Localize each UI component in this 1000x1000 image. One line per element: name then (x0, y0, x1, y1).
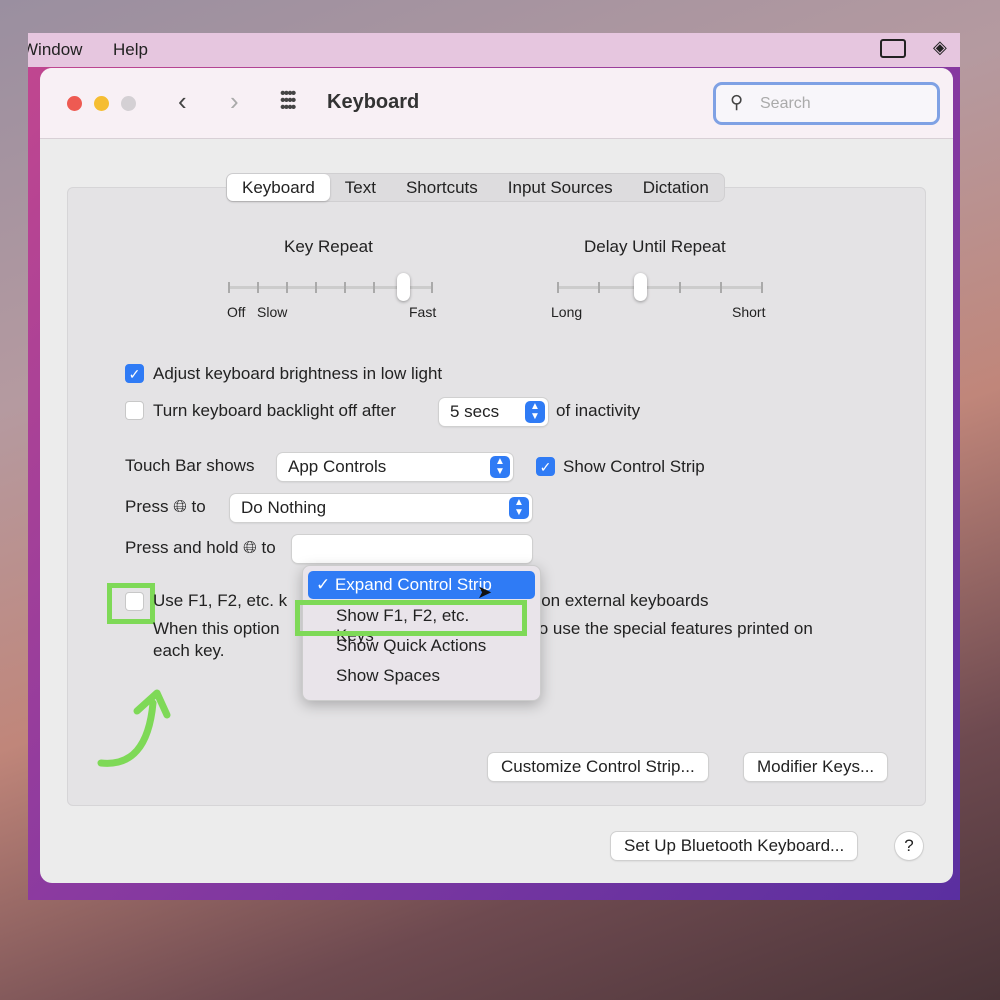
press-hold-globe-label: Press and hold 🌐︎ to (125, 538, 276, 558)
grid-icon[interactable]: •••• •••• •••• (280, 86, 310, 116)
menu-item-label: Expand Control Strip (334, 575, 492, 594)
menu-item-highlight-box (295, 600, 527, 636)
slider-tick (557, 282, 559, 293)
fn-keys-desc-start: When this option (153, 619, 280, 638)
tab-shortcuts[interactable]: Shortcuts (391, 174, 493, 201)
slider-tick (679, 282, 682, 293)
search-icon: ⚲ (730, 92, 744, 112)
backlight-time-value: 5 secs (450, 402, 500, 421)
slider-tick (315, 282, 317, 293)
inactivity-label: of inactivity (556, 401, 641, 420)
tab-keyboard[interactable]: Keyboard (227, 174, 330, 201)
tab-bar: Keyboard Text Shortcuts Input Sources Di… (226, 173, 725, 202)
slider-tick (257, 282, 259, 293)
window-title: Keyboard (327, 91, 420, 113)
slider-tick (344, 282, 346, 293)
key-repeat-label: Key Repeat (284, 237, 373, 256)
press-globe-value: Do Nothing (241, 498, 327, 517)
backlight-off-label: Turn keyboard backlight off after (153, 401, 396, 420)
minimize-button[interactable] (94, 96, 109, 111)
delay-long-label: Long (551, 304, 583, 320)
menu-item-show-spaces[interactable]: Show Spaces (308, 662, 535, 690)
zoom-button[interactable] (121, 96, 136, 111)
touch-bar-value: App Controls (288, 457, 387, 476)
checkmark-icon: ✓ (316, 575, 335, 594)
slider-tick (286, 282, 288, 293)
touch-bar-select[interactable]: App Controls ▲ ▼ (277, 453, 513, 481)
touch-bar-label: Touch Bar shows (125, 456, 255, 475)
delay-short-label: Short (732, 304, 766, 320)
desktop-frame: Window Help ◈ ‹ › •••• •••• •••• Keyboard … (28, 33, 960, 900)
fn-keys-label-start: Use F1, F2, etc. k (153, 591, 288, 610)
mouse-cursor-icon: ➤ (477, 582, 493, 602)
back-icon[interactable]: ‹ (178, 86, 187, 117)
title-bar: ‹ › •••• •••• •••• Keyboard ⚲ Search (40, 68, 953, 139)
forward-icon[interactable]: › (230, 86, 239, 117)
slider-tick (431, 282, 433, 293)
press-globe-label: Press 🌐︎ to (125, 497, 206, 517)
tab-text[interactable]: Text (330, 174, 391, 201)
key-repeat-off-label: Off (227, 304, 246, 320)
slider-tick (597, 282, 600, 293)
bluetooth-keyboard-button[interactable]: Set Up Bluetooth Keyboard... (611, 832, 858, 860)
search-input[interactable]: ⚲ Search (713, 82, 940, 125)
help-button[interactable]: ? (895, 832, 923, 860)
stepper-icon: ▲ ▼ (509, 497, 529, 519)
show-control-strip-checkbox[interactable]: ✓ (536, 457, 555, 476)
press-hold-globe-select[interactable] (292, 535, 532, 563)
screen-record-icon[interactable] (880, 39, 906, 58)
customize-control-strip-button[interactable]: Customize Control Strip... (488, 753, 708, 781)
menu-help[interactable]: Help (113, 40, 148, 60)
press-hold-text: Press and hold (125, 538, 239, 557)
globe-icon: 🌐︎ (243, 538, 257, 557)
globe-icon: 🌐︎ (173, 497, 187, 516)
slider-tick (373, 282, 375, 293)
key-repeat-slow-label: Slow (257, 304, 288, 320)
modifier-keys-button[interactable]: Modifier Keys... (744, 753, 888, 781)
slider-tick (228, 282, 230, 293)
stepper-icon: ▲ ▼ (490, 456, 510, 478)
green-arrow-icon (97, 689, 171, 767)
fn-keys-desc-line2: each key. (153, 641, 225, 660)
slider-tick (761, 282, 763, 293)
checkbox-highlight-box (107, 583, 155, 624)
to-text: to (261, 538, 276, 557)
keyboard-preferences-window: ‹ › •••• •••• •••• Keyboard ⚲ Search Keybo… (40, 68, 953, 883)
tab-input-sources[interactable]: Input Sources (493, 174, 628, 201)
menu-item-show-quick-actions[interactable]: Show Quick Actions (308, 632, 535, 660)
slider-tick (720, 282, 723, 293)
key-repeat-fast-label: Fast (409, 304, 437, 320)
press-globe-select[interactable]: Do Nothing ▲ ▼ (230, 494, 532, 522)
layers-icon[interactable]: ◈ (933, 37, 947, 58)
menu-window[interactable]: Window (28, 40, 82, 60)
menu-item-expand-control-strip[interactable]: ✓ Expand Control Strip (308, 571, 535, 599)
close-button[interactable] (67, 96, 82, 111)
menu-bar: Window Help ◈ (28, 33, 960, 67)
slider-thumb[interactable] (633, 273, 647, 301)
to-text: to (191, 497, 206, 516)
backlight-time-select[interactable]: 5 secs ▲ ▼ (439, 398, 548, 426)
show-control-strip-label: Show Control Strip (563, 457, 705, 476)
search-placeholder: Search (760, 95, 811, 112)
fn-keys-desc-end: to use the special features printed on (534, 619, 813, 638)
fn-keys-label-end: s on external keyboards (528, 591, 709, 610)
delay-until-repeat-label: Delay Until Repeat (584, 237, 726, 256)
press-text: Press (125, 497, 169, 516)
slider-thumb[interactable] (397, 273, 410, 301)
backlight-off-checkbox[interactable] (125, 401, 144, 420)
tab-dictation[interactable]: Dictation (628, 174, 724, 201)
adjust-brightness-checkbox[interactable]: ✓ (125, 364, 144, 383)
slider-track[interactable] (558, 286, 762, 289)
adjust-brightness-label: Adjust keyboard brightness in low light (153, 364, 443, 383)
stepper-icon: ▲ ▼ (525, 401, 545, 423)
